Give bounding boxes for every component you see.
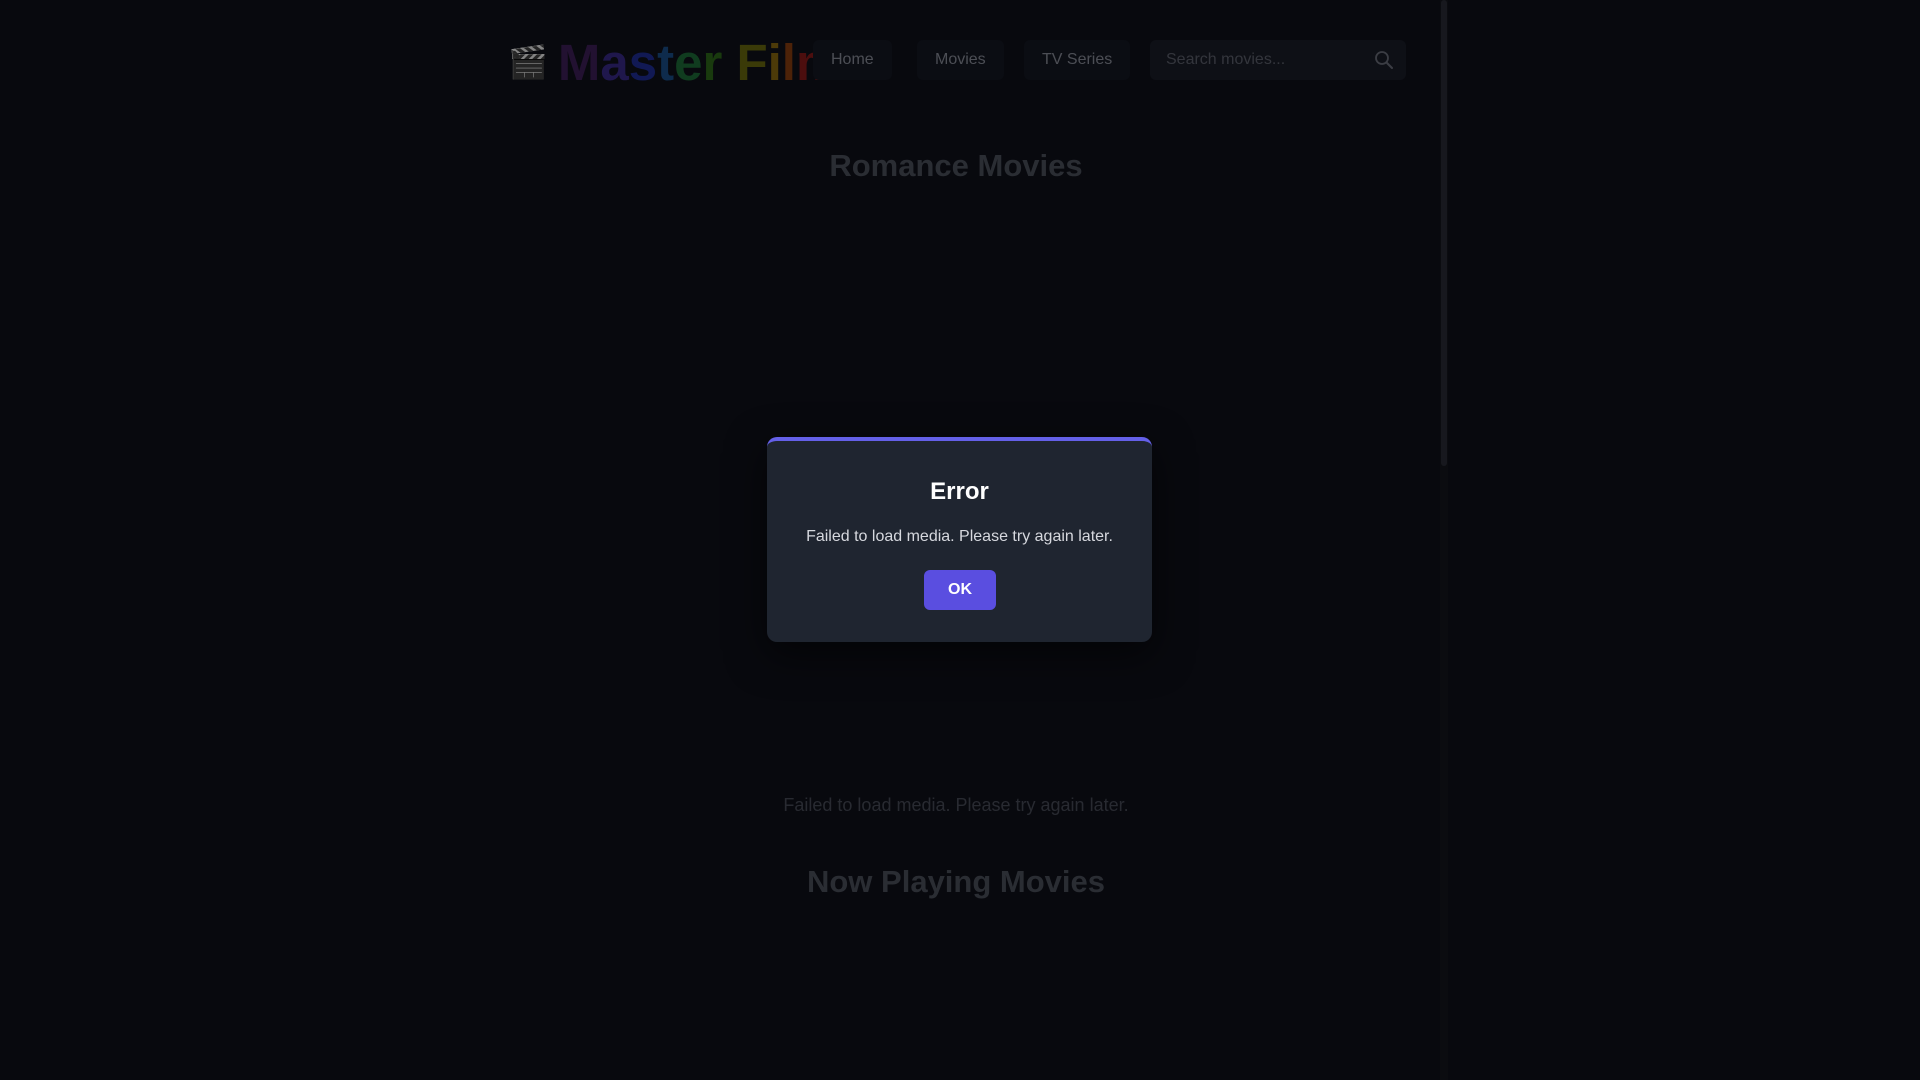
dialog-message: Failed to load media. Please try again l… <box>806 528 1113 545</box>
error-dialog: Error Failed to load media. Please try a… <box>767 437 1152 642</box>
dialog-title: Error <box>930 478 989 505</box>
ok-button[interactable]: OK <box>924 570 996 610</box>
